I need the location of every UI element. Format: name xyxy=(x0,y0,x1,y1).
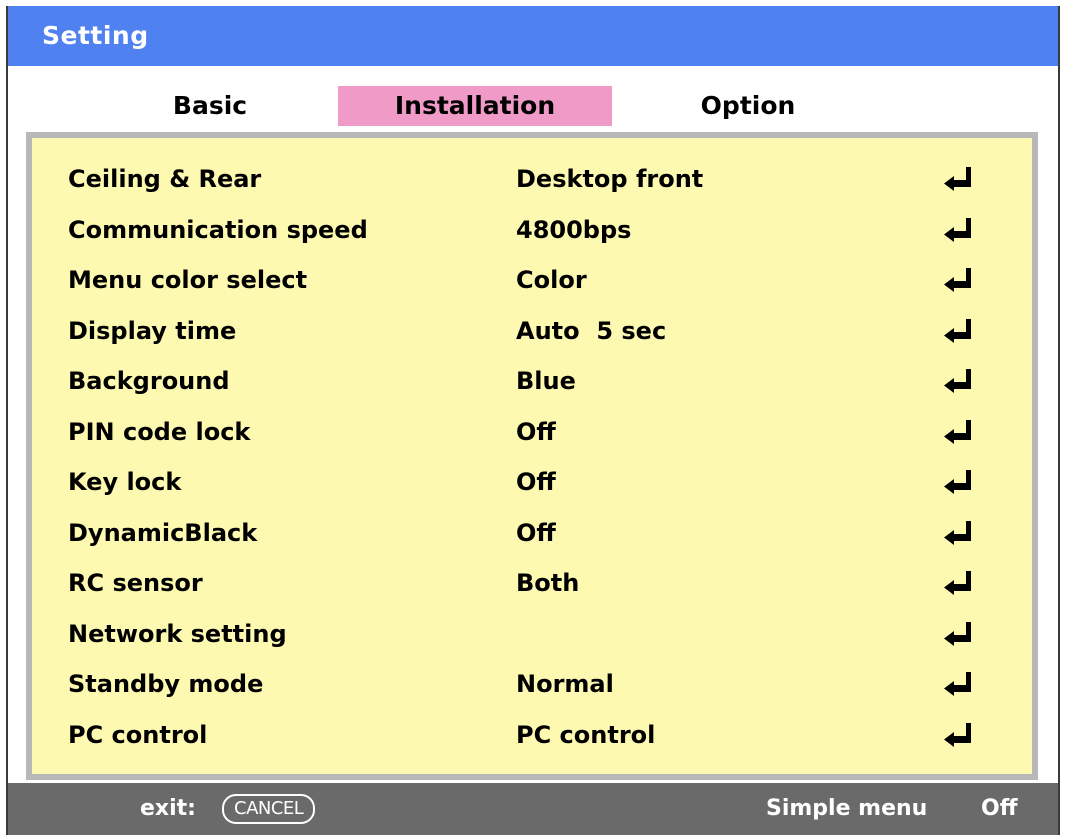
enter-return-icon xyxy=(944,470,971,494)
enter-return-icon xyxy=(944,621,971,646)
setting-window: Setting Basic Installation Option Ceilin… xyxy=(6,6,1060,835)
window-title: Setting xyxy=(8,6,1058,66)
setting-row[interactable]: Network setting xyxy=(32,609,1032,659)
setting-label: PIN code lock xyxy=(68,417,251,446)
cancel-button[interactable]: CANCEL xyxy=(222,794,316,824)
setting-value: Color xyxy=(516,266,587,294)
enter-return-icon xyxy=(944,268,971,292)
setting-label: Background xyxy=(68,367,230,395)
settings-panel: Ceiling & Rear Desktop front Communication… xyxy=(26,132,1038,780)
setting-label: DynamicBlack xyxy=(68,518,258,547)
setting-row[interactable]: Communication speed 4800bps xyxy=(32,205,1032,255)
setting-row[interactable]: PC control PC control xyxy=(32,710,1032,760)
enter-return-icon xyxy=(944,722,971,747)
setting-value: 4800bps xyxy=(516,215,632,244)
settings-list: Ceiling & Rear Desktop front Communication… xyxy=(32,138,1032,774)
setting-value: Normal xyxy=(516,670,614,698)
tab-option[interactable]: Option xyxy=(678,86,818,126)
enter-return-icon xyxy=(944,571,971,595)
footer-bar: exit: CANCEL Simple menu Off xyxy=(8,783,1058,835)
setting-row[interactable]: Key lock Off xyxy=(32,457,1032,507)
setting-label: Display time xyxy=(68,316,237,345)
setting-label: Menu color select xyxy=(68,266,308,294)
setting-value: Blue xyxy=(516,367,576,395)
setting-label: Network setting xyxy=(68,619,287,648)
tab-basic[interactable]: Basic xyxy=(140,86,280,126)
setting-value: Desktop front xyxy=(516,165,704,193)
setting-label: Standby mode xyxy=(68,670,264,698)
tab-installation[interactable]: Installation xyxy=(338,86,612,126)
setting-row[interactable]: Display time Auto 5 sec xyxy=(32,306,1032,356)
setting-row[interactable]: Ceiling & Rear Desktop front xyxy=(32,154,1032,204)
setting-row[interactable]: Menu color select Color xyxy=(32,255,1032,305)
setting-value: Off xyxy=(516,468,556,496)
setting-label: RC sensor xyxy=(68,569,203,597)
tab-bar: Basic Installation Option xyxy=(8,66,1058,134)
setting-value: Off xyxy=(516,518,556,547)
setting-row[interactable]: RC sensor Both xyxy=(32,558,1032,608)
setting-value: Both xyxy=(516,569,580,597)
setting-row[interactable]: PIN code lock Off xyxy=(32,407,1032,457)
setting-value: Auto 5 sec xyxy=(516,316,667,345)
exit-label: exit: xyxy=(140,796,196,821)
simple-menu-value[interactable]: Off xyxy=(981,783,1018,835)
setting-value: PC control xyxy=(516,720,656,749)
enter-return-icon xyxy=(944,672,971,696)
setting-label: Ceiling & Rear xyxy=(68,165,262,193)
enter-return-icon xyxy=(944,419,971,444)
setting-row[interactable]: Background Blue xyxy=(32,356,1032,406)
enter-return-icon xyxy=(944,217,971,242)
setting-row[interactable]: Standby mode Normal xyxy=(32,659,1032,709)
enter-return-icon xyxy=(944,520,971,545)
setting-label: Communication speed xyxy=(68,215,368,244)
setting-row[interactable]: DynamicBlack Off xyxy=(32,508,1032,558)
setting-label: Key lock xyxy=(68,468,182,496)
enter-return-icon xyxy=(944,318,971,343)
setting-label: PC control xyxy=(68,720,208,749)
enter-return-icon xyxy=(944,369,971,393)
setting-value: Off xyxy=(516,417,556,446)
enter-return-icon xyxy=(944,167,971,191)
simple-menu-label: Simple menu xyxy=(766,796,928,821)
